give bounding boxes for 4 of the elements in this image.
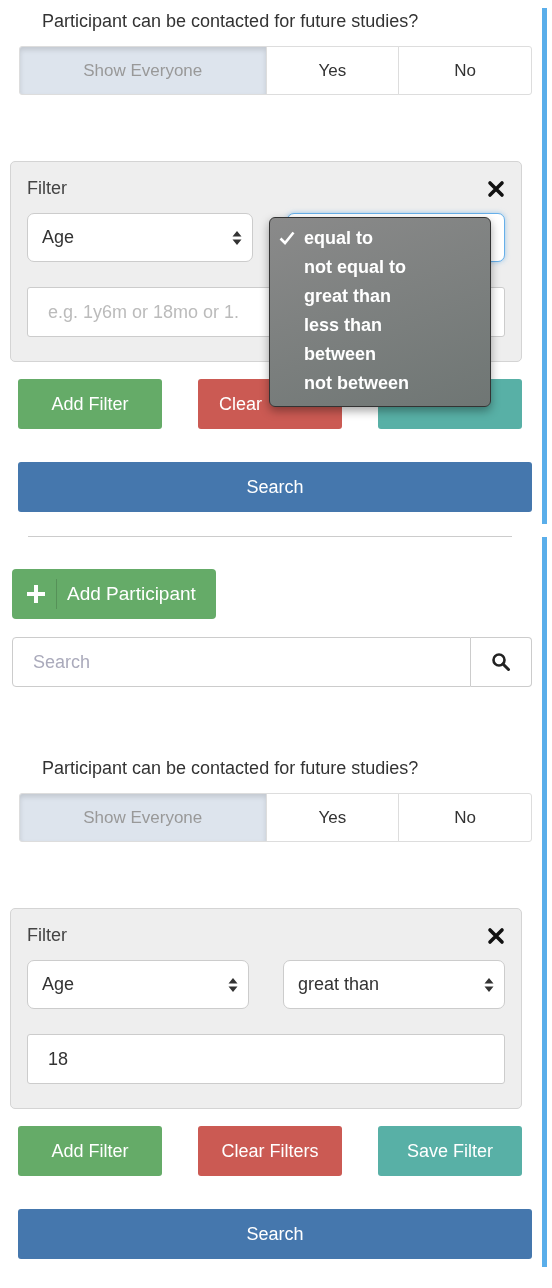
filter-title: Filter [27, 178, 67, 199]
filter-title: Filter [27, 925, 67, 946]
contact-question: Participant can be contacted for future studies? [42, 10, 420, 33]
contact-question: Participant can be contacted for future studies? [42, 757, 420, 780]
